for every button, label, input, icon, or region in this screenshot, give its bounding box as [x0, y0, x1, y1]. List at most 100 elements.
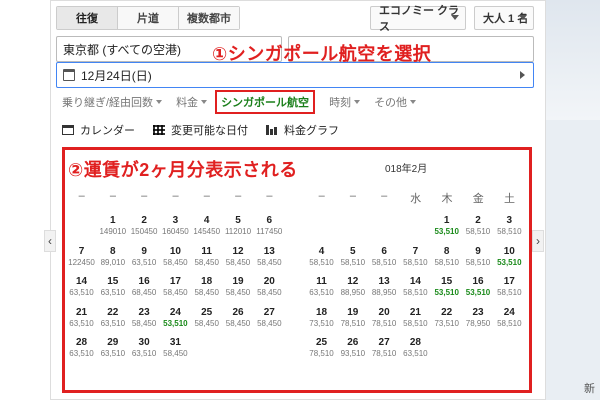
calendar-day-number: 11 — [201, 245, 212, 257]
calendar-day-cell[interactable]: 7 58,510 — [400, 246, 431, 268]
calendar-day-cell[interactable]: 21 63,510 — [66, 307, 97, 329]
calendar-day-cell[interactable]: 1 53,510 — [431, 215, 462, 237]
calendar-day-cell[interactable]: 9 58,510 — [463, 246, 494, 268]
calendar-day-cell[interactable]: 27 58,450 — [254, 307, 285, 329]
calendar-day-number: 21 — [75, 306, 88, 318]
calendar-day-price: 58,510 — [497, 227, 522, 236]
calendar-day-price: 58,510 — [497, 288, 522, 297]
calendar-day-cell[interactable]: 25 58,450 — [191, 307, 222, 329]
calendar-day-price: 58,510 — [434, 257, 459, 267]
calendar-day-cell[interactable]: 4 145450 — [191, 215, 222, 237]
calendar-day-price: 58,450 — [225, 318, 251, 328]
calendar-day-cell[interactable]: 8 58,510 — [431, 246, 462, 268]
calendar-day-number: 7 — [78, 245, 85, 257]
calendar-day-cell[interactable]: 19 58,450 — [223, 276, 254, 298]
calendar-day-cell[interactable]: 21 58,510 — [400, 307, 431, 329]
tab-round-trip[interactable]: 往復 — [57, 7, 118, 29]
calendar-day-price: 58,450 — [225, 288, 251, 297]
prev-month-button[interactable]: ‹ — [44, 230, 56, 252]
calendar-day-price: 58,510 — [465, 257, 491, 267]
calendar-day-cell[interactable]: 6 58,510 — [369, 246, 400, 268]
calendar-day-cell[interactable]: 3 160450 — [160, 215, 191, 237]
calendar-day-cell[interactable]: 17 58,510 — [494, 276, 525, 298]
view-flexible-dates[interactable]: 変更可能な日付 — [153, 122, 248, 138]
filter-stops[interactable]: 乗り継ぎ/経由回数 — [62, 94, 163, 110]
calendar-day-price: 63,510 — [100, 318, 126, 328]
calendar-day-cell[interactable]: 13 88,950 — [369, 276, 400, 298]
calendar-day-number: 1 — [110, 215, 116, 226]
calendar-day-cell[interactable]: 6 117450 — [254, 215, 285, 237]
calendar-day-cell[interactable]: 26 93,510 — [337, 337, 368, 359]
calendar-day-price: 58,450 — [194, 318, 219, 328]
calendar-day-cell[interactable]: 29 63,510 — [97, 337, 128, 359]
calendar-day-cell[interactable]: 22 63,510 — [97, 307, 128, 329]
calendar-day-cell[interactable]: 14 63,510 — [66, 276, 97, 298]
calendar-day-cell[interactable]: 24 53,510 — [160, 307, 191, 329]
calendar-day-cell[interactable]: 8 89,010 — [97, 246, 128, 268]
filter-price[interactable]: 料金 — [176, 94, 208, 110]
calendar-day-cell[interactable]: 18 58,450 — [191, 276, 222, 298]
calendar-day-cell[interactable]: 16 68,450 — [129, 276, 160, 298]
view-price-graph[interactable]: 料金グラフ — [266, 122, 339, 138]
calendar-day-cell[interactable]: 11 58,450 — [191, 246, 222, 268]
calendar-day-cell[interactable]: 17 58,450 — [160, 276, 191, 298]
calendar-day-cell[interactable]: 28 63,510 — [400, 337, 431, 359]
calendar-day-cell[interactable]: 11 63,510 — [306, 276, 337, 298]
calendar-day-cell[interactable]: 12 88,950 — [337, 276, 368, 298]
weekday-label: 水 — [410, 193, 422, 205]
calendar-day-cell[interactable]: 25 78,510 — [306, 337, 337, 359]
calendar-day-cell[interactable]: 7 122450 — [66, 246, 97, 268]
calendar-day-price: 89,010 — [100, 257, 126, 267]
calendar-day-cell[interactable]: 15 53,510 — [431, 276, 462, 298]
tab-multi-city[interactable]: 複数都市 — [179, 7, 239, 29]
calendar-day-cell[interactable]: 9 63,510 — [129, 246, 160, 268]
calendar-day-price: 58,450 — [194, 288, 219, 297]
calendar-day-cell[interactable]: 31 58,450 — [160, 337, 191, 359]
calendar-day-cell[interactable]: 10 53,510 — [494, 246, 525, 268]
calendar-day-cell[interactable]: 30 63,510 — [129, 337, 160, 359]
calendar-day-cell[interactable]: 18 73,510 — [306, 307, 337, 329]
calendar-day-cell[interactable]: 15 63,510 — [97, 276, 128, 298]
calendar-day-number: 18 — [315, 306, 328, 318]
tab-one-way[interactable]: 片道 — [118, 7, 179, 29]
calendar-day-cell[interactable]: 20 58,450 — [254, 276, 285, 298]
calendar-day-cell[interactable]: 20 78,510 — [369, 307, 400, 329]
calendar-day-cell[interactable]: 1 149010 — [97, 215, 128, 237]
filter-more[interactable]: その他 — [374, 94, 417, 110]
calendar-day-cell[interactable]: 28 63,510 — [66, 337, 97, 359]
calendar-day-cell[interactable]: 23 78,950 — [463, 307, 494, 329]
calendar-day-cell[interactable]: 27 78,510 — [369, 337, 400, 359]
calendar-day-cell[interactable]: 16 53,510 — [463, 276, 494, 298]
calendar-day-cell[interactable]: 19 78,510 — [337, 307, 368, 329]
calendar-day-cell[interactable]: 22 73,510 — [431, 307, 462, 329]
calendar-day-cell[interactable]: 26 58,450 — [223, 307, 254, 329]
calendar-day-cell[interactable]: 12 58,450 — [223, 246, 254, 268]
calendar-day-price: 58,450 — [257, 288, 282, 297]
dropdown-icon — [354, 100, 361, 104]
calendar-day-cell[interactable]: 3 58,510 — [494, 215, 525, 237]
calendar-day-price: 78,510 — [309, 349, 334, 358]
calendar-day-cell[interactable]: 5 112010 — [223, 215, 254, 237]
calendar-day-price: 63,510 — [403, 349, 428, 358]
calendar-day-cell[interactable]: 4 58,510 — [306, 246, 337, 268]
filter-time[interactable]: 時刻 — [329, 94, 361, 110]
calendar-day-cell[interactable]: 24 58,510 — [494, 307, 525, 329]
calendar-day-cell[interactable]: 23 58,450 — [129, 307, 160, 329]
calendar-day-price: 58,450 — [163, 288, 188, 297]
calendar-day-cell[interactable]: 10 58,450 — [160, 246, 191, 268]
calendar-day-cell[interactable]: 14 58,510 — [400, 276, 431, 298]
calendar-day-number: 20 — [378, 306, 390, 318]
calendar-day-price: 78,950 — [465, 318, 491, 328]
view-calendar[interactable]: カレンダー — [62, 122, 135, 138]
calendar-day-cell[interactable]: 5 58,510 — [337, 246, 368, 268]
calendar-day-cell[interactable]: 13 58,450 — [254, 246, 285, 268]
calendar-day-cell[interactable]: 2 58,510 — [463, 215, 494, 237]
origin-value: 東京都 (すべての空港) — [63, 42, 182, 57]
weekday-header-left: – – – – – – – — [78, 190, 273, 202]
next-month-button[interactable]: › — [532, 230, 544, 252]
calendar-day-number: 27 — [263, 306, 275, 318]
cabin-class-select[interactable]: エコノミー クラス — [370, 5, 466, 33]
calendar-day-cell[interactable]: 2 150450 — [129, 215, 160, 237]
filter-airline[interactable]: シンガポール航空 — [215, 90, 316, 114]
passengers-select[interactable]: 大人 1 名 — [474, 6, 534, 30]
